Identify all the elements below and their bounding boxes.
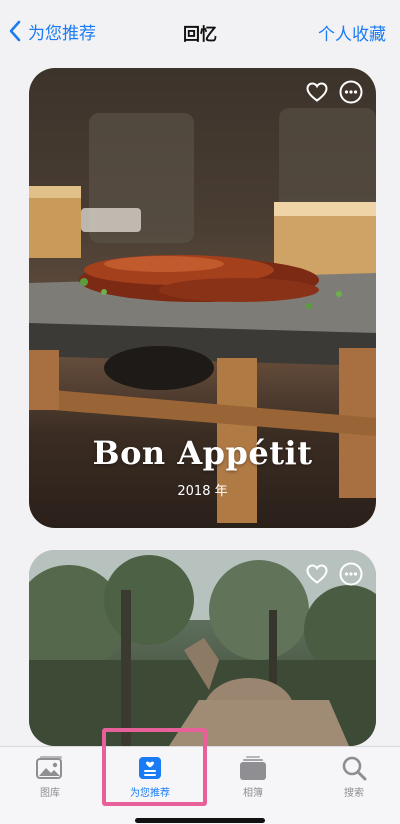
back-button-label: 为您推荐 (28, 23, 96, 44)
tab-library[interactable]: 图库 (0, 755, 100, 799)
home-indicator (135, 818, 265, 823)
tab-for-you[interactable]: 为您推荐 (100, 755, 200, 799)
heart-icon[interactable] (305, 80, 329, 104)
navigation-bar: 为您推荐 回忆 个人收藏 (0, 0, 400, 62)
memory-card[interactable] (29, 550, 376, 746)
more-options-icon[interactable] (339, 80, 363, 104)
card-actions (305, 562, 363, 586)
tab-label: 搜索 (344, 788, 364, 799)
tab-label: 为您推荐 (130, 788, 170, 799)
memory-title: Bon Appétit (92, 434, 313, 472)
back-button[interactable]: 为您推荐 (8, 17, 96, 45)
tab-label: 图库 (40, 788, 60, 799)
tab-label: 相簿 (243, 788, 263, 799)
tab-bar: 图库 为您推荐 相簿 搜索 (0, 746, 400, 824)
albums-icon (240, 756, 266, 780)
tab-search[interactable]: 搜索 (304, 755, 400, 799)
favorites-button[interactable]: 个人收藏 (318, 20, 386, 45)
search-icon (342, 756, 367, 781)
memory-subtitle: 2018 年 (177, 484, 228, 499)
memory-card[interactable]: Bon Appétit 2018 年 (29, 68, 376, 528)
more-options-icon[interactable] (339, 562, 363, 586)
for-you-icon (139, 757, 161, 779)
chevron-left-icon (9, 20, 21, 42)
tab-albums[interactable]: 相簿 (203, 755, 303, 799)
photos-library-icon (36, 756, 62, 779)
heart-icon[interactable] (305, 562, 329, 586)
card-actions (305, 80, 363, 104)
